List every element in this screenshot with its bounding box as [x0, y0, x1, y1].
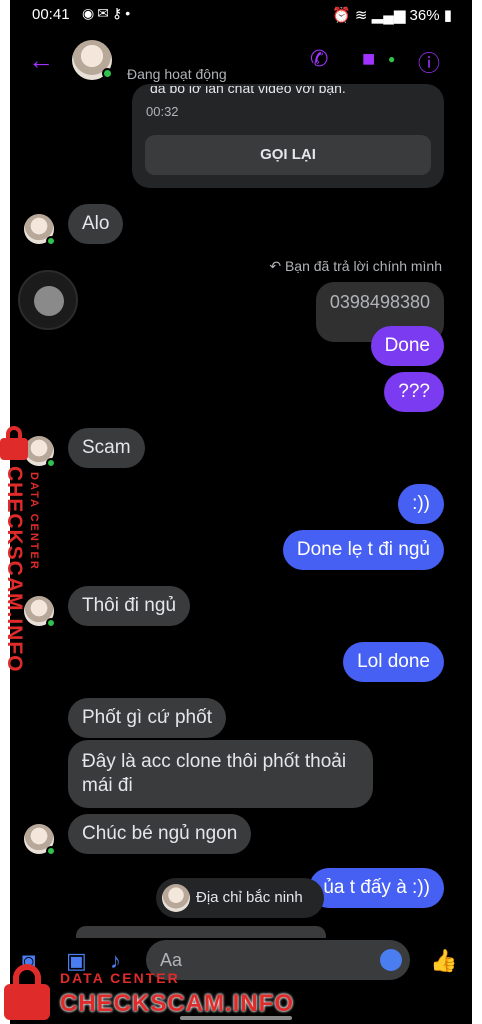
signal-icon: ▂▄▆ [371, 7, 406, 24]
missed-call-text: đã bỏ lỡ lần chat video với bạn. [150, 86, 346, 96]
battery-icon: ▮ [443, 7, 452, 24]
message-bubble-incoming[interactable]: Chúc bé ngủ ngon [68, 814, 252, 854]
message-bubble-outgoing[interactable]: ??? [384, 372, 444, 412]
emoji-icon[interactable] [380, 949, 402, 971]
message-bubble-incoming[interactable]: Thôi đi ngủ [68, 586, 191, 626]
missed-call-card: đã bỏ lỡ lần chat video với bạn. 00:32 G… [132, 84, 444, 188]
notification-icons: ◉✉⚷• [82, 5, 133, 22]
messenger-screen: 00:41 ◉✉⚷• ⏰ ≋ ▂▄▆ 36% ▮ ← Đang hoạt độn… [10, 0, 472, 1024]
watermark-bottom: DATA CENTER CHECKSCAM.INFO [0, 960, 300, 1024]
mention-avatar [162, 884, 190, 912]
message-bubble-outgoing[interactable]: Done [370, 326, 444, 366]
lock-icon [0, 426, 28, 460]
watermark-subtext: DATA CENTER [60, 970, 180, 986]
watermark-subtext-vertical: DATA CENTER [28, 472, 40, 571]
chat-head-bubble [34, 286, 64, 316]
status-bar: 00:41 ◉✉⚷• ⏰ ≋ ▂▄▆ 36% ▮ [10, 0, 472, 30]
messenger-icon: ◉ [82, 5, 98, 21]
online-indicator [46, 236, 56, 246]
clock: 00:41 [32, 6, 70, 23]
contact-status: Đang hoạt động [127, 66, 227, 82]
call-back-button[interactable]: GỌI LẠI [145, 135, 431, 175]
alarm-icon: ⏰ [332, 7, 351, 24]
message-bubble-incoming[interactable]: Scam [68, 428, 145, 468]
sender-avatar [24, 824, 56, 856]
video-active-dot: ● [388, 52, 396, 66]
floating-chat-head[interactable] [18, 270, 78, 330]
message-bubble-incoming[interactable]: Alo [68, 204, 124, 244]
message-bubble-outgoing[interactable]: :)) [398, 484, 444, 524]
mention-text: Địa chỉ bắc ninh [196, 889, 303, 906]
chat-header: ← Đang hoạt động ✆ ■ ● ⓘ [10, 34, 472, 90]
back-arrow-icon[interactable]: ← [28, 46, 54, 74]
watermark-text: CHECKSCAM.INFO [60, 990, 294, 1017]
online-indicator [102, 68, 113, 79]
watermark-text-vertical: CHECKSCAM.INFO [3, 466, 26, 673]
message-bubble-outgoing[interactable]: ủa t đấy à :)) [309, 868, 444, 908]
lock-icon [4, 964, 50, 1020]
message-bubble-incoming[interactable]: Phốt gì cứ phốt [68, 698, 226, 738]
message-bubble-incoming[interactable]: Đây là acc clone thôi phốt thoải mái đi [68, 740, 373, 808]
phone-icon[interactable]: ✆ [310, 46, 328, 72]
thumbs-up-icon[interactable]: 👍 [430, 948, 457, 974]
watermark-side: CHECKSCAM.INFO DATA CENTER [0, 426, 40, 673]
system-icons: ⏰ ≋ ▂▄▆ 36% ▮ [332, 6, 452, 24]
dot-icon: • [125, 5, 134, 21]
online-indicator [46, 458, 56, 468]
message-bubble-outgoing[interactable]: Done lẹ t đi ngủ [282, 530, 444, 570]
mention-chip[interactable]: Địa chỉ bắc ninh [156, 878, 324, 918]
gmail-icon: ✉ [97, 5, 112, 21]
reply-note-text: Bạn đã trả lời chính mình [284, 258, 442, 274]
key-icon: ⚷ [111, 5, 126, 21]
wifi-icon: ≋ [354, 7, 368, 24]
missed-call-time: 00:32 [146, 104, 179, 119]
online-indicator [46, 618, 56, 628]
video-call-icon[interactable]: ■ [362, 46, 375, 72]
battery-percent: 36% [409, 7, 440, 24]
online-indicator [46, 846, 56, 856]
sender-avatar [24, 214, 56, 246]
info-icon[interactable]: ⓘ [418, 46, 440, 78]
reply-icon: ↶ [269, 258, 285, 274]
message-bubble-outgoing[interactable]: Lol done [343, 642, 444, 682]
reply-note: ↶ Bạn đã trả lời chính mình [269, 258, 442, 275]
